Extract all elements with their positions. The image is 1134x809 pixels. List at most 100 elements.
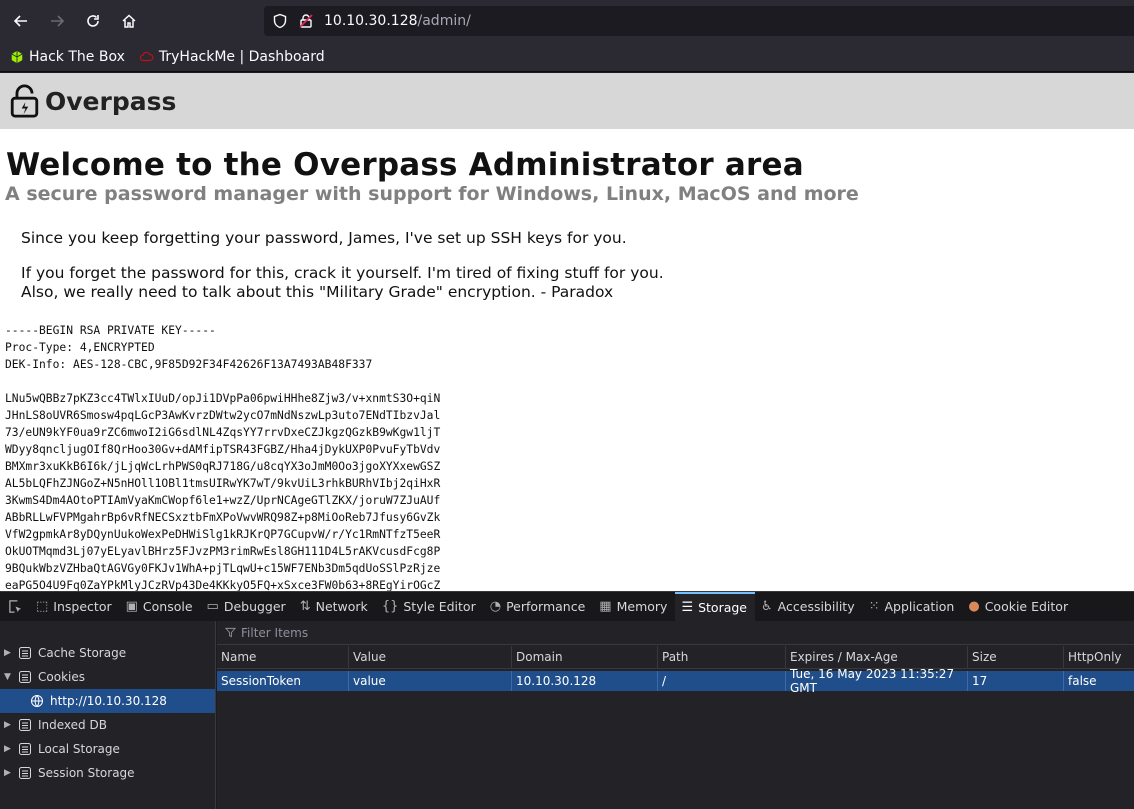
tab-label: Memory bbox=[616, 599, 668, 614]
key-blank-line bbox=[5, 373, 1134, 390]
bookmark-hack-the-box[interactable]: Hack The Box bbox=[10, 49, 125, 65]
storage-db-icon bbox=[19, 767, 31, 779]
chevron-right-icon[interactable]: ▶ bbox=[4, 768, 16, 778]
tab-label: Performance bbox=[506, 599, 586, 614]
reload-button[interactable] bbox=[80, 8, 106, 34]
tree-cookie-host[interactable]: http://10.10.30.128 bbox=[0, 689, 215, 713]
tree-cache-storage[interactable]: ▶ Cache Storage bbox=[0, 641, 215, 665]
column-header[interactable]: Size bbox=[968, 646, 1064, 668]
key-line: ABbRLLwFVPMgahrBp6vRfNECSxztbFmXPoVwvWRQ… bbox=[5, 511, 441, 524]
chevron-right-icon[interactable]: ▶ bbox=[4, 648, 16, 658]
bookmark-tryhackme[interactable]: TryHackMe | Dashboard bbox=[139, 49, 325, 65]
key-header-line: Proc-Type: 4,ENCRYPTED bbox=[5, 341, 155, 354]
tree-label: Local Storage bbox=[38, 742, 120, 756]
chevron-right-icon[interactable]: ▶ bbox=[4, 744, 16, 754]
insecure-lock-icon[interactable] bbox=[298, 13, 314, 29]
element-picker-icon bbox=[8, 600, 21, 613]
storage-table-panel: Filter Items Name Value Domain Path Expi… bbox=[217, 621, 1134, 809]
key-line: eaPG5O4U9Fq0ZaYPkMlyJCzRVp43De4KKkyO5FQ+… bbox=[5, 579, 441, 591]
key-header-line: -----BEGIN RSA PRIVATE KEY----- bbox=[5, 324, 216, 337]
home-button[interactable] bbox=[116, 8, 142, 34]
element-picker-button[interactable] bbox=[0, 592, 30, 622]
rsa-private-key: -----BEGIN RSA PRIVATE KEY----- Proc-Type… bbox=[5, 322, 1134, 591]
chevron-down-icon[interactable]: ▼ bbox=[4, 672, 16, 682]
storage-db-icon bbox=[19, 671, 31, 683]
column-header[interactable]: HttpOnly bbox=[1064, 646, 1134, 668]
tab-style-editor[interactable]: {} Style Editor bbox=[376, 592, 484, 622]
key-line: BMXmr3xuKkB6I6k/jLjqWcLrhPWS0qRJ718G/u8c… bbox=[5, 460, 441, 473]
application-icon: ⁙ bbox=[868, 599, 880, 614]
performance-icon: ◔ bbox=[489, 599, 502, 614]
forward-button[interactable] bbox=[44, 8, 70, 34]
tab-label: Cookie Editor bbox=[984, 599, 1069, 614]
tree-cookies[interactable]: ▼ Cookies bbox=[0, 665, 215, 689]
tab-label: Accessibility bbox=[777, 599, 855, 614]
tree-local-storage[interactable]: ▶ Local Storage bbox=[0, 737, 215, 761]
tab-storage[interactable]: ☰ Storage bbox=[675, 591, 756, 622]
tree-label: Cookies bbox=[38, 670, 85, 684]
inspector-icon: ⬚ bbox=[36, 599, 49, 614]
cell-expires[interactable]: Tue, 16 May 2023 11:35:27 GMT bbox=[786, 667, 968, 695]
chevron-right-icon[interactable]: ▶ bbox=[4, 720, 16, 730]
bookmark-label: Hack The Box bbox=[29, 48, 125, 65]
key-line: OkUOTMqmd3Lj07yELyavlBHrz5FJvzPM3rimRwEs… bbox=[5, 545, 441, 558]
key-header-line: DEK-Info: AES-128-CBC,9F85D92F34F42626F1… bbox=[5, 358, 373, 371]
table-row[interactable]: SessionToken value 10.10.30.128 / Tue, 1… bbox=[217, 667, 1134, 695]
table-header: Name Value Domain Path Expires / Max-Age… bbox=[217, 646, 1134, 669]
accessibility-icon: ♿ bbox=[761, 599, 773, 614]
forward-arrow-icon bbox=[51, 15, 65, 27]
tab-network[interactable]: ⇅ Network bbox=[294, 592, 376, 622]
tab-label: Debugger bbox=[223, 599, 286, 614]
url-host: 10.10.30.128 bbox=[324, 13, 418, 29]
key-line: AL5bLQFhZJNGoZ+N5nHOll1OBl1tmsUIRwYK7wT/… bbox=[5, 477, 441, 490]
tab-label: Inspector bbox=[53, 599, 112, 614]
tab-label: Network bbox=[315, 599, 368, 614]
back-button[interactable] bbox=[8, 8, 34, 34]
padlock-logo-icon bbox=[10, 84, 39, 118]
cell-name[interactable]: SessionToken bbox=[217, 671, 349, 691]
filter-input[interactable]: Filter Items bbox=[241, 626, 308, 640]
filter-icon bbox=[225, 627, 236, 638]
tab-label: Console bbox=[142, 599, 193, 614]
tree-session-storage[interactable]: ▶ Session Storage bbox=[0, 761, 215, 785]
message-ssh-keys: Since you keep forgetting your password,… bbox=[21, 229, 627, 247]
column-header[interactable]: Path bbox=[658, 646, 786, 668]
tab-performance[interactable]: ◔ Performance bbox=[484, 592, 594, 622]
cell-path[interactable]: / bbox=[658, 671, 786, 691]
cell-httponly[interactable]: false bbox=[1064, 671, 1134, 691]
tree-indexed-db[interactable]: ▶ Indexed DB bbox=[0, 713, 215, 737]
cell-size[interactable]: 17 bbox=[968, 671, 1064, 691]
tree-label: Session Storage bbox=[38, 766, 135, 780]
style-editor-icon: {} bbox=[381, 599, 399, 614]
url-path: /admin/ bbox=[417, 13, 471, 29]
bookmark-label: TryHackMe | Dashboard bbox=[158, 48, 325, 65]
back-arrow-icon bbox=[13, 15, 27, 27]
column-header[interactable]: Domain bbox=[512, 646, 658, 668]
site-name[interactable]: Overpass bbox=[45, 87, 176, 116]
url-bar[interactable]: 10.10.30.128/admin/ bbox=[264, 6, 1134, 36]
tree-label: Cache Storage bbox=[38, 646, 127, 660]
tab-application[interactable]: ⁙ Application bbox=[863, 592, 963, 622]
tree-label: Indexed DB bbox=[38, 718, 107, 732]
message-crack-line2: Also, we really need to talk about this … bbox=[21, 283, 614, 301]
cell-value[interactable]: value bbox=[349, 671, 512, 691]
column-header[interactable]: Name bbox=[217, 646, 349, 668]
key-line: 3KwmS4Dm4AOtoPTIAmVyaKmCWopf6le1+wzZ/Upr… bbox=[5, 494, 441, 507]
column-header[interactable]: Value bbox=[349, 646, 512, 668]
tree-label: http://10.10.30.128 bbox=[50, 694, 167, 708]
shield-icon[interactable] bbox=[272, 13, 288, 29]
tab-inspector[interactable]: ⬚ Inspector bbox=[30, 592, 120, 622]
tab-cookie-editor[interactable]: ● Cookie Editor bbox=[962, 592, 1076, 622]
tab-label: Storage bbox=[698, 600, 748, 615]
key-line: LNu5wQBBz7pKZ3cc4TWlxIUuD/opJi1DVpPa06pw… bbox=[5, 392, 441, 405]
tab-accessibility[interactable]: ♿ Accessibility bbox=[755, 592, 863, 622]
web-page: Overpass Welcome to the Overpass Adminis… bbox=[0, 73, 1134, 591]
tab-console[interactable]: ▣ Console bbox=[120, 592, 201, 622]
memory-icon: ▦ bbox=[599, 599, 612, 614]
page-subtitle: A secure password manager with support f… bbox=[5, 183, 859, 205]
cell-domain[interactable]: 10.10.30.128 bbox=[512, 671, 658, 691]
tab-memory[interactable]: ▦ Memory bbox=[593, 592, 675, 622]
tab-debugger[interactable]: ▭ Debugger bbox=[201, 592, 294, 622]
storage-icon: ☰ bbox=[681, 600, 694, 615]
column-header[interactable]: Expires / Max-Age bbox=[786, 646, 968, 668]
